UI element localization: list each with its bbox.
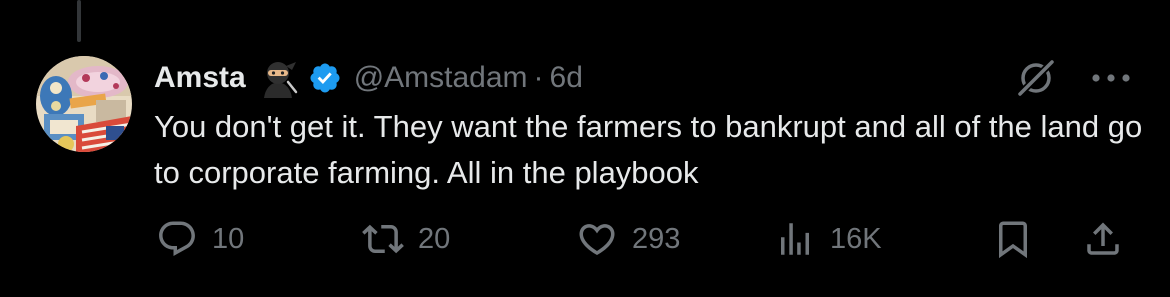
- avatar[interactable]: [36, 56, 132, 152]
- tweet-header: Amsta @Amstadam · 6d: [154, 56, 583, 100]
- repost-icon: [362, 224, 404, 254]
- reply-count: 10: [212, 222, 245, 255]
- views-button[interactable]: 16K: [774, 214, 882, 264]
- separator-dot: ·: [533, 61, 544, 94]
- avatar-image: [36, 56, 132, 152]
- views-count: 16K: [830, 222, 882, 255]
- user-handle[interactable]: @Amstadam: [354, 61, 528, 95]
- repost-button[interactable]: 20: [362, 214, 450, 264]
- views-chart-icon: [781, 223, 809, 255]
- like-count: 293: [632, 222, 681, 255]
- tweet-actions-bar: 10 20 293 16K: [0, 214, 1170, 264]
- tweet-text: You don't get it. They want the farmers …: [154, 109, 1143, 190]
- grok-icon[interactable]: [1014, 56, 1058, 100]
- verified-badge-icon[interactable]: [308, 61, 342, 95]
- share-button[interactable]: [1082, 214, 1124, 264]
- display-name[interactable]: Amsta: [154, 61, 246, 95]
- bookmark-button[interactable]: [992, 214, 1034, 264]
- timestamp[interactable]: 6d: [550, 61, 583, 95]
- more-icon[interactable]: [1088, 64, 1134, 92]
- reply-icon: [159, 221, 195, 256]
- thread-connector-line: [77, 0, 81, 42]
- reply-button[interactable]: 10: [156, 214, 244, 264]
- repost-count: 20: [418, 222, 451, 255]
- bookmark-icon: [999, 221, 1027, 259]
- like-button[interactable]: 293: [576, 214, 680, 264]
- share-icon: [1087, 222, 1119, 255]
- heart-icon: [579, 224, 615, 256]
- ninja-emoji-icon: [258, 58, 298, 98]
